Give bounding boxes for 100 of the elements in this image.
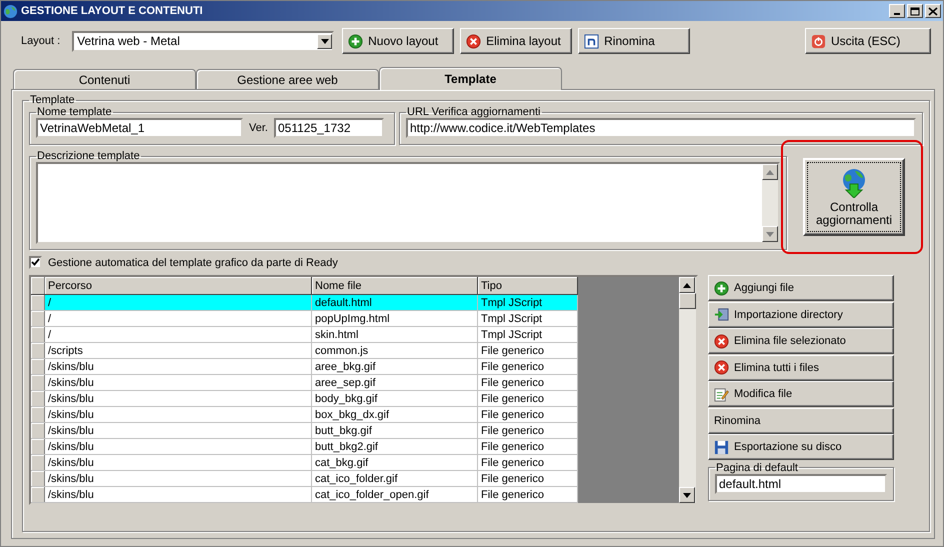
row-header[interactable] (31, 343, 45, 358)
minimize-button[interactable] (889, 4, 905, 18)
table-cell: File generico (478, 439, 578, 454)
delete-icon (714, 360, 729, 375)
table-cell: butt_bkg.gif (312, 423, 478, 438)
table-cell: File generico (478, 391, 578, 406)
row-header[interactable] (31, 471, 45, 486)
table-row[interactable]: /skins/blu cat_ico_folder_open.gif File generico (31, 487, 578, 503)
table-row[interactable]: / default.html Tmpl JScript (31, 295, 578, 311)
delete-icon (466, 34, 482, 48)
version-field[interactable]: 051125_1732 (274, 118, 384, 138)
file-action-button[interactable]: Importazione directory (708, 302, 894, 328)
tab[interactable]: Contenuti (13, 69, 196, 89)
table-cell: butt_bkg2.gif (312, 439, 478, 454)
table-cell: / (45, 295, 312, 310)
table-row[interactable]: /skins/blu aree_bkg.gif File generico (31, 359, 578, 375)
table-row[interactable]: / popUpImg.html Tmpl JScript (31, 311, 578, 327)
table-cell: /skins/blu (45, 455, 312, 470)
scrollbar[interactable] (679, 277, 696, 503)
table-cell: File generico (478, 359, 578, 374)
table-cell: File generico (478, 423, 578, 438)
table-cell: / (45, 327, 312, 342)
column-header[interactable]: Tipo (478, 277, 578, 294)
checkbox-label: Gestione automatica del template grafico da parte di Ready (48, 256, 338, 268)
table-row[interactable]: /skins/blu body_bkg.gif File generico (31, 391, 578, 407)
file-action-button[interactable]: Elimina tutti i files (708, 354, 894, 380)
down-arrow-icon (683, 492, 691, 498)
exit-icon (811, 34, 826, 48)
table-row[interactable]: /skins/blu cat_ico_folder.gif File generico (31, 471, 578, 487)
plus-icon (714, 280, 729, 296)
file-action-button[interactable]: Modifica file (708, 381, 894, 407)
table-row[interactable]: /scripts common.js File generico (31, 343, 578, 359)
default-page-field[interactable]: default.html (715, 474, 887, 494)
app-globe-icon (3, 4, 18, 18)
table-row[interactable]: /skins/blu butt_bkg2.gif File generico (31, 439, 578, 455)
table-row[interactable]: / skin.html Tmpl JScript (31, 327, 578, 343)
name-field[interactable]: VetrinaWebMetal_1 (36, 118, 243, 138)
table-cell: popUpImg.html (312, 311, 478, 326)
row-header[interactable] (31, 327, 45, 342)
table-cell: skin.html (312, 327, 478, 342)
plus-icon (348, 34, 364, 48)
down-arrow-icon (766, 232, 774, 236)
column-header[interactable]: Percorso (45, 277, 312, 294)
table-row[interactable]: /skins/blu aree_sep.gif File generico (31, 375, 578, 391)
row-header[interactable] (31, 295, 45, 310)
table-cell: File generico (478, 375, 578, 390)
file-action-button[interactable]: Aggiungi file (708, 275, 894, 301)
file-action-button[interactable]: Elimina file selezionato (708, 328, 894, 354)
checkbox[interactable] (29, 256, 42, 269)
row-header[interactable] (31, 423, 45, 438)
toolbar-button[interactable]: Elimina layout (460, 28, 572, 54)
table-row[interactable]: /skins/blu butt_bkg.gif File generico (31, 423, 578, 439)
scroll-thumb[interactable] (679, 293, 696, 309)
table-cell: /skins/blu (45, 407, 312, 422)
file-action-button[interactable]: Rinomina (708, 408, 894, 434)
table-cell: /skins/blu (45, 471, 312, 486)
maximize-button[interactable] (907, 4, 923, 18)
table-row[interactable]: /skins/blu cat_bkg.gif File generico (31, 455, 578, 471)
folder-arrow-icon (714, 307, 729, 322)
minimize-icon (894, 13, 900, 15)
layout-dropdown[interactable]: Vetrina web - Metal (72, 30, 334, 52)
row-header[interactable] (31, 359, 45, 374)
table-cell: cat_bkg.gif (312, 455, 478, 470)
table-cell: File generico (478, 471, 578, 486)
up-arrow-icon (683, 282, 691, 288)
row-header[interactable] (31, 391, 45, 406)
table-cell: /skins/blu (45, 375, 312, 390)
caret-icon (320, 38, 329, 44)
globe-download-icon (840, 168, 868, 198)
toolbar-button[interactable]: Nuovo layout (342, 28, 454, 54)
table-cell: File generico (478, 487, 578, 502)
row-header[interactable] (31, 439, 45, 454)
url-field[interactable]: http://www.codice.it/WebTemplates (406, 118, 916, 138)
row-header[interactable] (31, 375, 45, 390)
edit-icon (714, 386, 729, 402)
description-field[interactable] (36, 162, 780, 244)
exit-button[interactable]: Uscita (ESC) (805, 28, 931, 54)
close-button[interactable] (925, 4, 941, 18)
row-header[interactable] (31, 455, 45, 470)
table-row[interactable]: /skins/blu box_bkg_dx.gif File generico (31, 407, 578, 423)
row-header[interactable] (31, 311, 45, 326)
column-header[interactable]: Nome file (312, 277, 478, 294)
group-title: URL Verifica aggiornamenti (406, 106, 542, 118)
up-arrow-icon (766, 170, 774, 174)
table-cell: File generico (478, 343, 578, 358)
version-label: Ver. (249, 122, 268, 134)
table-cell: Tmpl JScript (478, 311, 578, 326)
scrollbar[interactable] (762, 164, 778, 242)
tab[interactable]: Gestione aree web (196, 69, 379, 89)
delete-icon (714, 334, 729, 348)
tab[interactable]: Template (379, 67, 562, 90)
toolbar-button[interactable]: Rinomina (578, 28, 690, 54)
group-title: Descrizione template (36, 150, 141, 162)
check-updates-button[interactable]: Controlla aggiornamenti (803, 158, 905, 236)
table-cell: common.js (312, 343, 478, 358)
file-action-button[interactable]: Esportazione su disco (708, 434, 894, 460)
row-header[interactable] (31, 487, 45, 502)
table-cell: /skins/blu (45, 359, 312, 374)
row-header[interactable] (31, 407, 45, 422)
layout-label: Layout : (21, 35, 60, 47)
